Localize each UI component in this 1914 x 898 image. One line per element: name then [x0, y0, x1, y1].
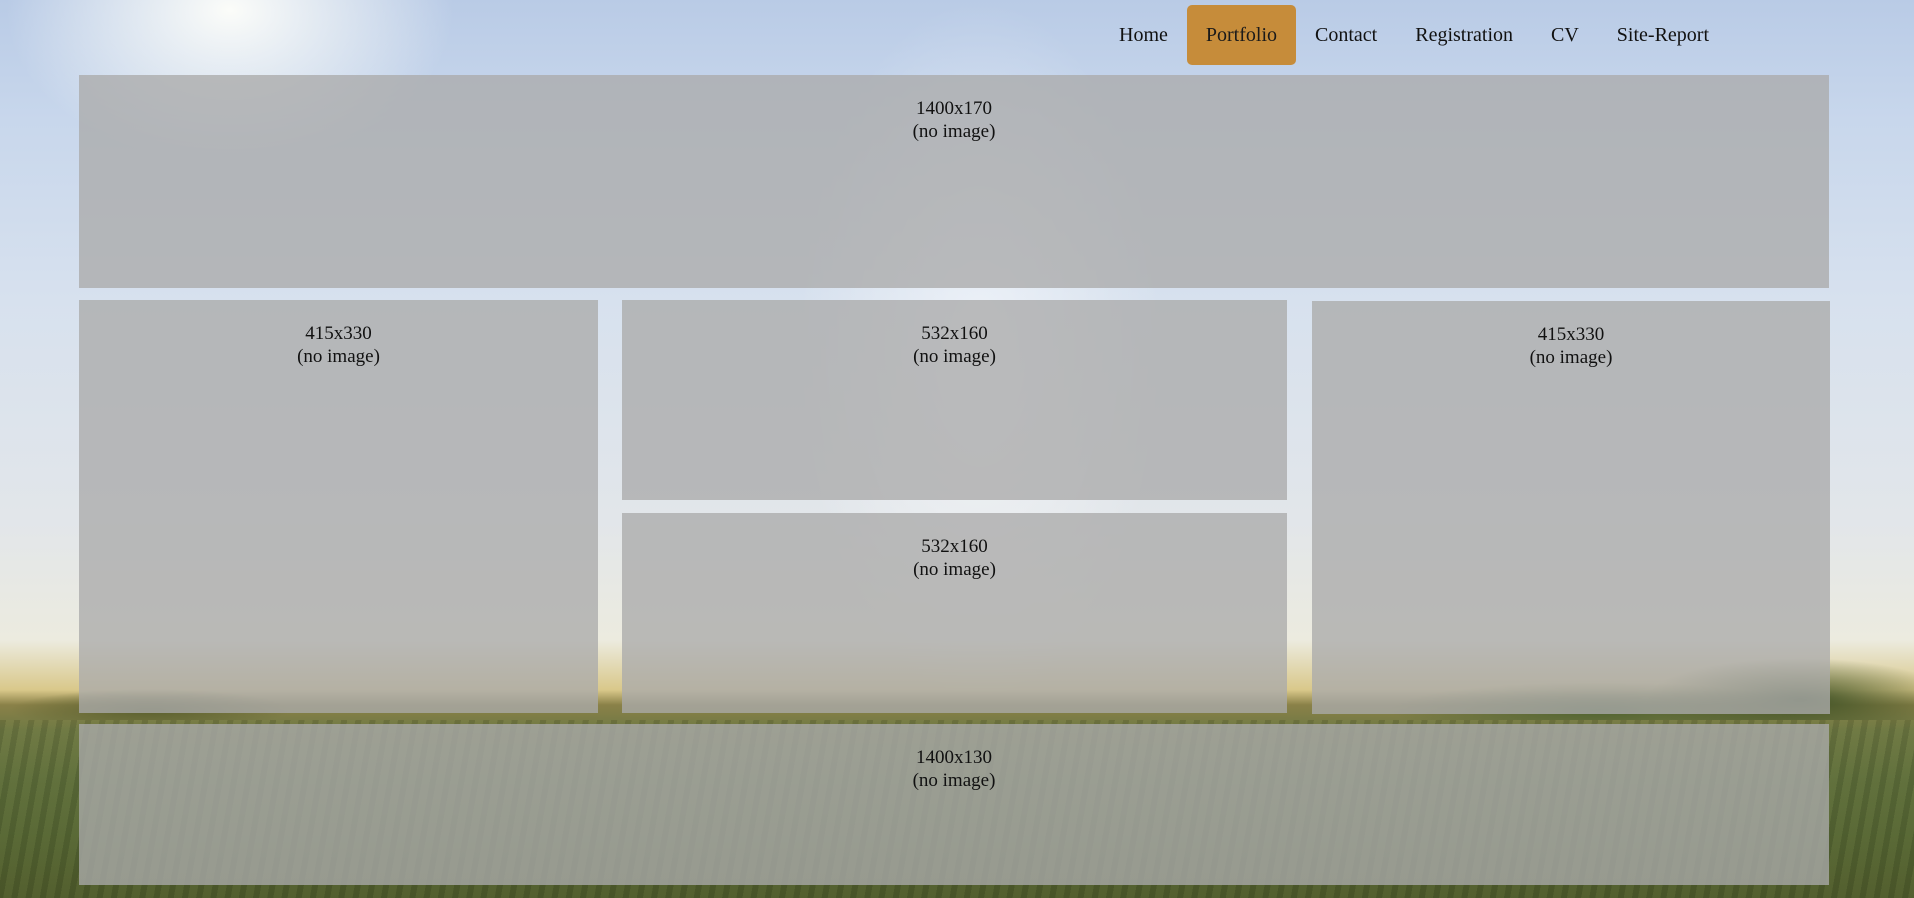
tile-no-image-label: (no image)	[913, 346, 996, 367]
nav-site-report[interactable]: Site-Report	[1598, 5, 1728, 65]
portfolio-tile-top-banner[interactable]: 1400x170 (no image)	[79, 75, 1829, 288]
tile-size-label: 415x330	[305, 323, 372, 344]
tile-no-image-label: (no image)	[1529, 347, 1613, 368]
portfolio-tile-left[interactable]: 415x330 (no image)	[79, 300, 598, 713]
tile-size-label: 415x330	[1537, 324, 1605, 345]
tile-no-image-label: (no image)	[912, 770, 996, 791]
nav-home[interactable]: Home	[1100, 5, 1187, 65]
nav-contact[interactable]: Contact	[1296, 5, 1396, 65]
tile-size-label: 532x160	[921, 536, 988, 557]
tile-size-label: 532x160	[921, 323, 988, 344]
tile-no-image-label: (no image)	[912, 121, 996, 142]
main-nav: Home Portfolio Contact Registration CV S…	[1100, 5, 1728, 65]
tile-size-label: 1400x170	[916, 98, 992, 119]
nav-cv[interactable]: CV	[1532, 5, 1598, 65]
nav-registration[interactable]: Registration	[1396, 5, 1532, 65]
portfolio-tile-bottom-banner[interactable]: 1400x130 (no image)	[79, 724, 1829, 885]
portfolio-tile-right[interactable]: 415x330 (no image)	[1312, 301, 1830, 714]
tile-no-image-label: (no image)	[297, 346, 380, 367]
tile-size-label: 1400x130	[916, 747, 992, 768]
portfolio-tile-center-top[interactable]: 532x160 (no image)	[622, 300, 1287, 500]
portfolio-tile-center-bottom[interactable]: 532x160 (no image)	[622, 513, 1287, 713]
tile-no-image-label: (no image)	[913, 559, 996, 580]
nav-portfolio[interactable]: Portfolio	[1186, 5, 1297, 65]
